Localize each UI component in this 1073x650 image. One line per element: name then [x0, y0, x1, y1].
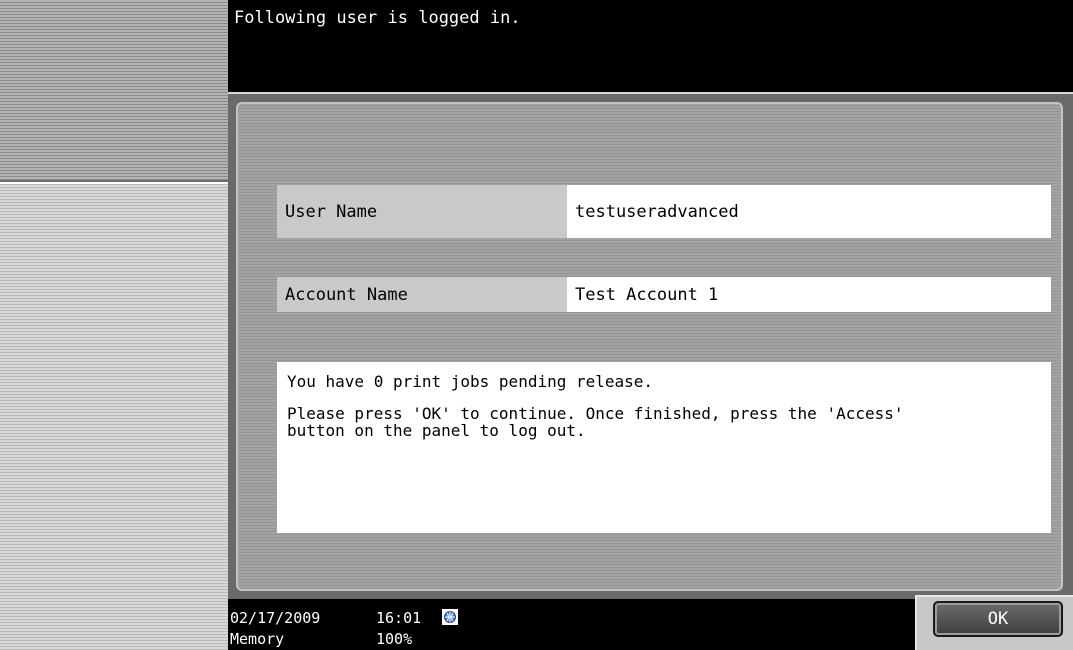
left-panel-upper-section: [0, 0, 228, 182]
memory-value: 100%: [376, 630, 413, 648]
pending-jobs-message: You have 0 print jobs pending release.: [287, 372, 654, 391]
status-bar: 02/17/2009 16:01 Memory 100% OK: [228, 595, 1073, 650]
instruction-message-line-1: Please press 'OK' to continue. Once fini…: [287, 404, 904, 423]
account-name-label: Account Name: [277, 277, 567, 312]
network-icon: [442, 609, 458, 625]
left-side-panel: [0, 0, 228, 650]
info-message-box: You have 0 print jobs pending release. P…: [277, 362, 1051, 533]
header-message: Following user is logged in.: [234, 8, 521, 28]
user-info-panel: User Name testuseradvanced Account Name …: [236, 102, 1063, 591]
user-name-label: User Name: [277, 185, 567, 238]
memory-label: Memory: [230, 630, 285, 648]
main-content-frame: User Name testuseradvanced Account Name …: [228, 92, 1073, 599]
user-name-value: testuseradvanced: [567, 185, 1051, 238]
status-date: 02/17/2009: [230, 609, 321, 627]
instruction-message-line-2: button on the panel to log out.: [287, 421, 586, 440]
status-time: 16:01: [376, 609, 422, 627]
left-panel-lower-section: [0, 184, 228, 650]
message-header: Following user is logged in.: [228, 0, 1073, 92]
ok-button[interactable]: OK: [933, 601, 1063, 637]
ok-button-area: OK: [915, 595, 1073, 650]
account-name-value: Test Account 1: [567, 277, 1051, 312]
